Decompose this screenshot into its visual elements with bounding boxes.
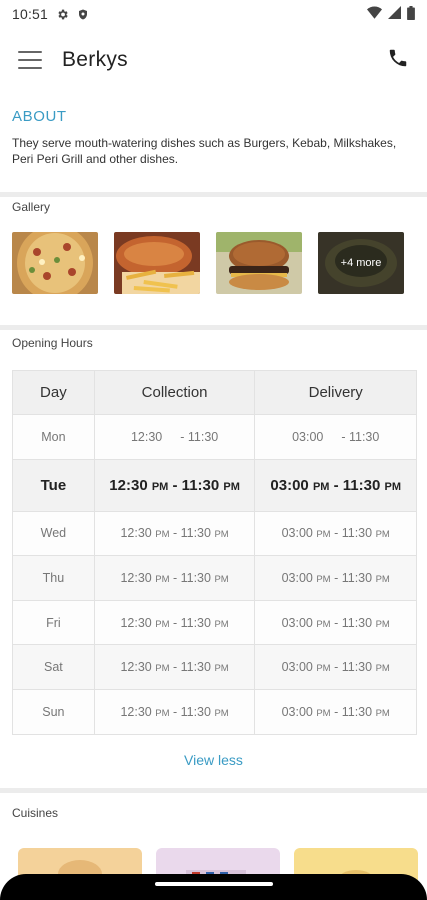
about-heading: ABOUT <box>12 108 67 125</box>
delivery-close-time: - 11:30 <box>341 429 380 444</box>
table-row: Sun 12:30 PM - 11:30 PM 03:00 PM - 11:30… <box>12 688 417 735</box>
phone-icon[interactable] <box>387 47 409 74</box>
row-collection-hours: 12:30 PM - 11:30 PM <box>93 599 256 646</box>
section-divider <box>0 788 427 793</box>
row-delivery-hours: 03:00 PM - 11:30 PM <box>254 644 417 690</box>
view-less-button[interactable]: View less <box>0 752 427 768</box>
app-bar: Berkys <box>0 28 427 92</box>
row-day: Fri <box>12 599 95 646</box>
section-divider <box>0 325 427 330</box>
status-bar: 10:51 <box>0 0 427 28</box>
about-description: They serve mouth-watering dishes such as… <box>12 136 397 166</box>
row-collection-hours: 12:30 PM - 11:30 PM <box>93 644 256 690</box>
table-row: Wed 12:30 PM - 11:30 PM 03:00 PM - 11:30… <box>12 510 417 557</box>
row-day: Sat <box>12 644 95 690</box>
gallery-more-label: +4 more <box>340 257 382 269</box>
table-row: Fri 12:30 PM - 11:30 PM 03:00 PM - 11:30… <box>12 599 417 646</box>
row-day: Tue <box>12 458 95 512</box>
settings-gear-icon <box>56 8 69 21</box>
opening-hours-label: Opening Hours <box>12 336 93 350</box>
battery-icon <box>407 5 415 23</box>
row-collection-hours: 12:30 PM - 11:30 PM <box>93 510 256 557</box>
restaurant-title: Berkys <box>62 48 128 71</box>
row-collection-hours: 12:30 PM - 11:30 PM <box>93 458 256 512</box>
shield-icon <box>77 8 89 21</box>
row-day: Wed <box>12 510 95 557</box>
menu-icon[interactable] <box>18 51 42 69</box>
system-navigation-bar <box>0 874 427 900</box>
gallery-label: Gallery <box>12 200 51 214</box>
cuisines-section: Cuisines <box>12 806 415 820</box>
cuisines-label: Cuisines <box>12 806 59 820</box>
opening-hours-table: Day Collection Delivery Mon 12:30 - 11:30… <box>12 370 417 735</box>
gallery-thumbnails: +4 more <box>12 232 415 294</box>
collection-open-time: 12:30 <box>130 429 163 444</box>
gallery-more-button[interactable]: +4 more <box>318 232 404 294</box>
row-delivery-hours: 03:00 PM - 11:30 PM <box>254 555 417 601</box>
table-row: Mon 12:30 - 11:30 03:00 - 11:30 <box>12 414 417 460</box>
row-day: Sun <box>12 688 95 735</box>
home-gesture-handle[interactable] <box>155 882 273 886</box>
gallery-image-pizza[interactable] <box>12 232 98 294</box>
wifi-icon <box>367 6 382 22</box>
section-divider <box>0 192 427 197</box>
row-delivery-hours: 03:00 PM - 11:30 PM <box>254 510 417 557</box>
row-collection-hours: 12:30 - 11:30 <box>93 414 256 460</box>
row-collection-hours: 12:30 PM - 11:30 PM <box>93 555 256 601</box>
gallery-section: Gallery +4 more <box>12 200 415 294</box>
table-row: Sat 12:30 PM - 11:30 PM 03:00 PM - 11:30… <box>12 644 417 690</box>
status-time: 10:51 <box>12 6 49 22</box>
row-collection-hours: 12:30 PM - 11:30 PM <box>93 688 256 735</box>
about-section: ABOUT They serve mouth-watering dishes s… <box>12 108 415 167</box>
row-day: Mon <box>12 414 95 460</box>
row-delivery-hours: 03:00 - 11:30 <box>254 414 417 460</box>
row-delivery-hours: 03:00 PM - 11:30 PM <box>254 458 417 512</box>
opening-hours-section: Opening Hours Day Collection Delivery Mo… <box>12 336 417 735</box>
table-row-today: Tue 12:30 PM - 11:30 PM 03:00 PM - 11:30… <box>12 458 417 512</box>
gallery-image-burger[interactable] <box>216 232 302 294</box>
row-day: Thu <box>12 555 95 601</box>
column-header-collection: Collection <box>93 370 256 415</box>
column-header-day: Day <box>12 370 95 415</box>
table-row: Thu 12:30 PM - 11:30 PM 03:00 PM - 11:30… <box>12 555 417 601</box>
delivery-open-time: 03:00 <box>292 429 324 444</box>
column-header-delivery: Delivery <box>254 370 417 415</box>
gallery-image-wrap-and-fries[interactable] <box>114 232 200 294</box>
cell-signal-icon <box>388 6 401 22</box>
row-delivery-hours: 03:00 PM - 11:30 PM <box>254 688 417 735</box>
row-delivery-hours: 03:00 PM - 11:30 PM <box>254 599 417 646</box>
table-header-row: Day Collection Delivery <box>12 370 417 415</box>
collection-close-time: - 11:30 <box>180 429 219 444</box>
